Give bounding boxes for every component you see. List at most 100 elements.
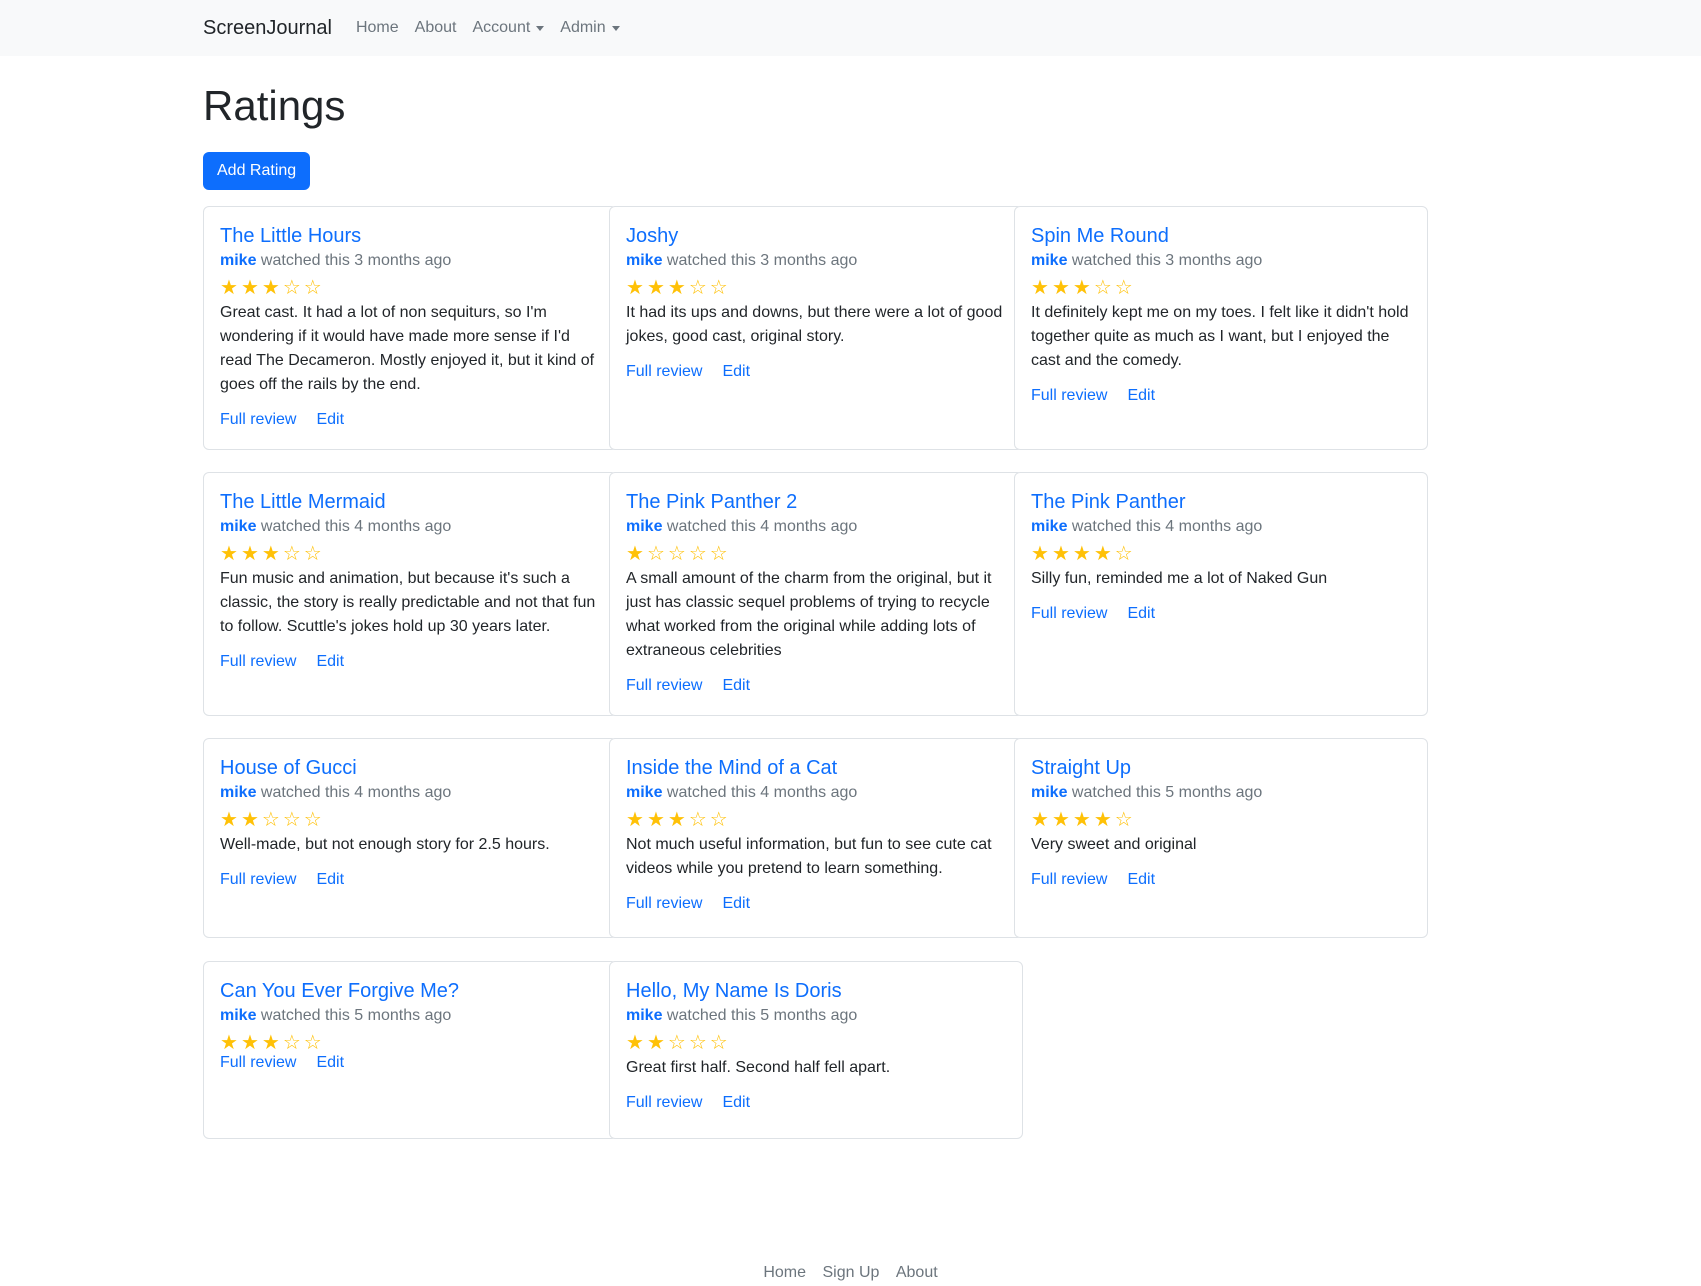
review-text: It had its ups and downs, but there were… [626, 304, 1003, 345]
rating-card: The Pink Panther 2 mike watched this 4 mo… [609, 472, 1023, 716]
star-empty-icon: ☆ [688, 543, 707, 565]
star-filled-icon: ★ [1051, 543, 1070, 565]
rating-title-link[interactable]: Spin Me Round [1031, 224, 1411, 248]
rating-title-link[interactable]: Can You Ever Forgive Me? [220, 979, 600, 1003]
full-review-link[interactable]: Full review [626, 363, 702, 380]
edit-link[interactable]: Edit [316, 871, 344, 888]
star-empty-icon: ☆ [709, 1032, 728, 1054]
username-link[interactable]: mike [220, 518, 256, 535]
star-filled-icon: ★ [240, 277, 259, 299]
username-link[interactable]: mike [1031, 252, 1067, 269]
star-filled-icon: ★ [1093, 543, 1112, 565]
rating-meta: mike watched this 4 months ago [220, 783, 600, 803]
review-text: Silly fun, reminded me a lot of Naked Gu… [1031, 570, 1328, 587]
rating-title-link[interactable]: The Pink Panther [1031, 490, 1411, 514]
star-filled-icon: ★ [626, 543, 644, 565]
username-link[interactable]: mike [1031, 784, 1067, 801]
username-link[interactable]: mike [626, 518, 662, 535]
edit-link[interactable]: Edit [722, 677, 750, 694]
full-review-link[interactable]: Full review [626, 677, 702, 694]
username-link[interactable]: mike [220, 252, 256, 269]
star-filled-icon: ★ [240, 809, 259, 831]
edit-link[interactable]: Edit [722, 1094, 750, 1111]
brand-link[interactable]: ScreenJournal [203, 17, 332, 40]
full-review-link[interactable]: Full review [220, 871, 296, 888]
star-filled-icon: ★ [261, 1032, 280, 1054]
rating-title-link[interactable]: House of Gucci [220, 756, 600, 780]
username-link[interactable]: mike [626, 252, 662, 269]
watched-text: watched this 3 months ago [666, 252, 858, 269]
star-empty-icon: ☆ [646, 543, 665, 565]
footer-home-link[interactable]: Home [763, 1264, 806, 1281]
star-empty-icon: ☆ [1114, 277, 1133, 299]
star-filled-icon: ★ [1051, 809, 1070, 831]
edit-link[interactable]: Edit [1127, 605, 1155, 622]
star-filled-icon: ★ [261, 543, 280, 565]
rating-title-link[interactable]: The Little Hours [220, 224, 600, 248]
rating-title-link[interactable]: Inside the Mind of a Cat [626, 756, 1006, 780]
username-link[interactable]: mike [1031, 518, 1067, 535]
rating-meta: mike watched this 5 months ago [220, 1006, 600, 1026]
full-review-link[interactable]: Full review [220, 653, 296, 670]
rating-card: The Little Mermaid mike watched this 4 mo… [203, 472, 617, 716]
full-review-link[interactable]: Full review [220, 1054, 296, 1071]
nav-account-label: Account [472, 19, 531, 36]
full-review-link[interactable]: Full review [626, 1094, 702, 1111]
star-empty-icon: ☆ [282, 277, 301, 299]
full-review-link[interactable]: Full review [1031, 605, 1107, 622]
edit-link[interactable]: Edit [1127, 387, 1155, 404]
star-filled-icon: ★ [240, 1032, 259, 1054]
star-rating: ★ ★ ☆ ☆ ☆ [220, 809, 600, 831]
rating-title-link[interactable]: Hello, My Name Is Doris [626, 979, 1006, 1003]
rating-card: Hello, My Name Is Doris mike watched this… [609, 961, 1023, 1139]
watched-text: watched this 5 months ago [1071, 784, 1263, 801]
rating-meta: mike watched this 5 months ago [1031, 783, 1411, 803]
nav-home-link[interactable]: Home [356, 19, 399, 37]
review-text: Fun music and animation, but because it'… [220, 570, 596, 635]
edit-link[interactable]: Edit [1127, 871, 1155, 888]
edit-link[interactable]: Edit [722, 895, 750, 912]
star-filled-icon: ★ [220, 277, 238, 299]
add-rating-button[interactable]: Add Rating [203, 152, 311, 190]
rating-title-link[interactable]: The Pink Panther 2 [626, 490, 1006, 514]
star-rating: ★ ★ ★ ★ ☆ [1031, 809, 1411, 831]
edit-link[interactable]: Edit [722, 363, 750, 380]
star-empty-icon: ☆ [688, 277, 707, 299]
rating-title-link[interactable]: Straight Up [1031, 756, 1411, 780]
footer-signup-link[interactable]: Sign Up [822, 1264, 879, 1281]
edit-link[interactable]: Edit [316, 653, 344, 670]
rating-title-link[interactable]: Joshy [626, 224, 1006, 248]
star-filled-icon: ★ [220, 543, 238, 565]
star-rating: ★ ★ ★ ☆ ☆ [1031, 277, 1411, 299]
star-filled-icon: ★ [1072, 277, 1091, 299]
username-link[interactable]: mike [626, 1007, 662, 1024]
rating-meta: mike watched this 3 months ago [220, 251, 600, 271]
star-rating: ★ ★ ★ ☆ ☆ [626, 277, 1006, 299]
nav-about-link[interactable]: About [415, 19, 457, 37]
star-filled-icon: ★ [646, 1032, 665, 1054]
full-review-link[interactable]: Full review [626, 895, 702, 912]
card-links: Full review Edit [626, 895, 1006, 913]
edit-link[interactable]: Edit [316, 411, 344, 428]
username-link[interactable]: mike [220, 784, 256, 801]
nav-admin-dropdown[interactable]: Admin [560, 19, 620, 37]
footer-about-link[interactable]: About [896, 1264, 938, 1281]
rating-title-link[interactable]: The Little Mermaid [220, 490, 600, 514]
review-text: A small amount of the charm from the ori… [626, 570, 992, 659]
card-links: Full review Edit [1031, 387, 1411, 405]
star-empty-icon: ☆ [709, 809, 728, 831]
card-links: Full review Edit [220, 1054, 600, 1072]
username-link[interactable]: mike [220, 1007, 256, 1024]
edit-link[interactable]: Edit [316, 1054, 344, 1071]
nav-account-dropdown[interactable]: Account [472, 19, 545, 37]
star-empty-icon: ☆ [1114, 809, 1133, 831]
review-text: It definitely kept me on my toes. I felt… [1031, 304, 1409, 369]
full-review-link[interactable]: Full review [1031, 387, 1107, 404]
card-links: Full review Edit [626, 363, 1006, 381]
full-review-link[interactable]: Full review [220, 411, 296, 428]
star-rating: ★ ★ ★ ☆ ☆ [220, 1032, 600, 1054]
watched-text: watched this 3 months ago [1071, 252, 1263, 269]
card-links: Full review Edit [1031, 605, 1411, 623]
full-review-link[interactable]: Full review [1031, 871, 1107, 888]
username-link[interactable]: mike [626, 784, 662, 801]
